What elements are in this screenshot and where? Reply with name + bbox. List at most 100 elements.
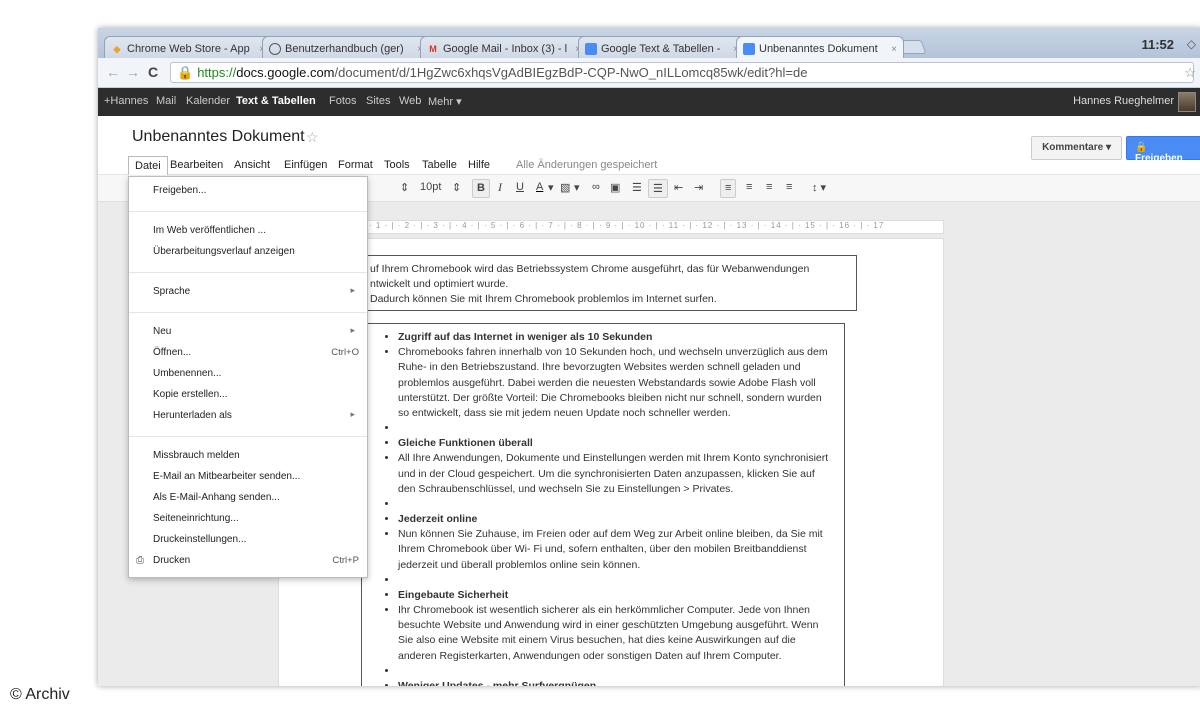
document-page[interactable]: uf Ihrem Chromebook wird das Betriebssys… bbox=[278, 238, 944, 686]
menu-item[interactable]: Im Web veröffentlichen ... bbox=[129, 221, 367, 242]
menu-tabelle[interactable]: Tabelle bbox=[422, 159, 457, 171]
italic-button[interactable]: I bbox=[498, 180, 502, 195]
avatar[interactable] bbox=[1178, 92, 1196, 112]
image-icon[interactable]: ▣ bbox=[610, 181, 620, 194]
align-left-icon[interactable]: ≡ bbox=[720, 179, 737, 198]
highlight-icon[interactable]: ▧ bbox=[560, 181, 570, 194]
feature-list-box[interactable]: Zugriff auf das Internet in weniger als … bbox=[361, 323, 845, 686]
tab-benutzerhandbuch[interactable]: Benutzerhandbuch (ger) × bbox=[262, 36, 430, 58]
star-icon[interactable]: ☆ bbox=[306, 129, 319, 146]
menu-einfuegen[interactable]: Einfügen bbox=[284, 159, 327, 171]
close-icon[interactable]: × bbox=[891, 44, 897, 55]
gbar-link-mehr[interactable]: Mehr ▾ bbox=[428, 95, 462, 108]
list-item bbox=[398, 497, 834, 512]
menu-item[interactable]: Als E-Mail-Anhang senden... bbox=[129, 488, 367, 509]
menu-item-label: Sprache bbox=[153, 286, 191, 297]
submenu-arrow-icon: ▸ bbox=[350, 325, 355, 335]
submenu-arrow-icon: ▸ bbox=[350, 285, 355, 295]
gbar-link-sites[interactable]: Sites bbox=[366, 95, 390, 107]
url-path: /document/d/1HgZwc6xhqsVgAdBIEgzBdP-CQP-… bbox=[334, 65, 808, 80]
datei-menu-dropdown: Freigeben... Im Web veröffentlichen ... Üb… bbox=[128, 176, 368, 578]
gbar-link-text-tabellen[interactable]: Text & Tabellen bbox=[236, 95, 316, 107]
bold-button[interactable]: B bbox=[472, 179, 490, 198]
font-size-arrow-icon[interactable]: ⇕ bbox=[452, 181, 461, 194]
url-host: docs.google.com bbox=[236, 65, 335, 80]
tab-google-docs-list[interactable]: Google Text & Tabellen - × bbox=[578, 36, 746, 58]
tab-gmail[interactable]: M Google Mail - Inbox (3) - l × bbox=[420, 36, 588, 58]
wifi-icon[interactable]: ◇ bbox=[1187, 37, 1196, 51]
docs-icon bbox=[743, 43, 755, 55]
menu-item[interactable]: Kopie erstellen... bbox=[129, 385, 367, 406]
menu-item[interactable]: Freigeben... bbox=[129, 181, 367, 202]
font-dropdown-arrow-icon[interactable]: ⇕ bbox=[400, 181, 409, 194]
highlight-arrow-icon[interactable]: ▾ bbox=[574, 181, 580, 194]
menu-tools[interactable]: Tools bbox=[384, 159, 410, 171]
list-item: All Ihre Anwendungen, Dokumente und Eins… bbox=[398, 451, 834, 497]
list-item: Nun können Sie Zuhause, im Freien oder a… bbox=[398, 527, 834, 573]
menu-item-label: Im Web veröffentlichen ... bbox=[153, 225, 267, 236]
share-button[interactable]: 🔒 Freigeben bbox=[1126, 136, 1200, 164]
tab-label: Benutzerhandbuch (ger) bbox=[285, 43, 404, 55]
bullet-list-icon[interactable]: ☰ bbox=[648, 179, 668, 198]
menu-item[interactable]: Druckeinstellungen... bbox=[129, 530, 367, 551]
printer-icon: ⎙ bbox=[136, 555, 144, 566]
menu-item[interactable]: Herunterladen als ▸ bbox=[129, 406, 367, 427]
menu-ansicht[interactable]: Ansicht bbox=[234, 159, 270, 171]
menu-item-label: Öffnen... bbox=[153, 347, 192, 358]
font-size-select[interactable]: 10pt bbox=[420, 181, 441, 193]
menu-item[interactable]: Seiteneinrichtung... bbox=[129, 509, 367, 530]
menu-hilfe[interactable]: Hilfe bbox=[468, 159, 490, 171]
comments-button[interactable]: Kommentare ▾ bbox=[1031, 136, 1122, 160]
tab-label: Chrome Web Store - App bbox=[127, 43, 250, 55]
back-icon[interactable]: ← bbox=[106, 64, 120, 80]
menu-separator bbox=[129, 211, 367, 212]
menu-format[interactable]: Format bbox=[338, 159, 373, 171]
gbar-link-mail[interactable]: Mail bbox=[156, 95, 176, 107]
gbar-link-fotos[interactable]: Fotos bbox=[329, 95, 357, 107]
user-name[interactable]: Hannes Rueghelmer bbox=[1073, 95, 1174, 107]
underline-button[interactable]: U bbox=[516, 181, 524, 193]
list-item bbox=[398, 421, 834, 436]
share-button-label: Freigeben bbox=[1135, 153, 1183, 164]
ruler[interactable]: · 1 · | · 2 · | · 3 · | · 4 · | · 5 · | … bbox=[278, 220, 944, 234]
menu-item[interactable]: Öffnen... Ctrl+O bbox=[129, 343, 367, 364]
menu-bearbeiten[interactable]: Bearbeiten bbox=[170, 159, 223, 171]
url-scheme: https:// bbox=[197, 65, 237, 80]
increase-indent-icon[interactable]: ⇥ bbox=[694, 181, 703, 194]
menu-item-label: Missbrauch melden bbox=[153, 450, 240, 461]
gbar-link-kalender[interactable]: Kalender bbox=[186, 95, 230, 107]
forward-icon[interactable]: → bbox=[126, 64, 140, 80]
browser-window: ◆ Chrome Web Store - App × Benutzerhandb… bbox=[98, 28, 1200, 686]
menu-item[interactable]: Umbenennen... bbox=[129, 364, 367, 385]
address-bar[interactable]: 🔒 https://docs.google.com/document/d/1HgZ… bbox=[170, 62, 1194, 83]
menu-item[interactable]: E-Mail an Mitbearbeiter senden... bbox=[129, 467, 367, 488]
menu-shortcut: Ctrl+O bbox=[331, 347, 359, 358]
bookmark-star-icon[interactable]: ☆ bbox=[1184, 65, 1196, 81]
menu-item[interactable]: Missbrauch melden bbox=[129, 446, 367, 467]
link-icon[interactable]: ∞ bbox=[592, 181, 600, 193]
tab-label: Google Mail - Inbox (3) - l bbox=[443, 43, 568, 55]
list-heading: Zugriff auf das Internet in weniger als … bbox=[398, 330, 834, 345]
menu-item-label: Seiteneinrichtung... bbox=[153, 513, 239, 524]
align-center-icon[interactable]: ≡ bbox=[746, 181, 752, 193]
gbar-link-web[interactable]: Web bbox=[399, 95, 421, 107]
menu-datei[interactable]: Datei bbox=[128, 156, 168, 175]
tab-unbenanntes-dokument[interactable]: Unbenanntes Dokument × bbox=[736, 36, 904, 58]
tab-chrome-web-store[interactable]: ◆ Chrome Web Store - App × bbox=[104, 36, 272, 58]
text-color-arrow-icon[interactable]: ▾ bbox=[548, 181, 554, 194]
menu-item[interactable]: ⎙ Drucken Ctrl+P bbox=[129, 551, 367, 572]
decrease-indent-icon[interactable]: ⇤ bbox=[674, 181, 683, 194]
line-spacing-icon[interactable]: ↕ ▾ bbox=[812, 181, 826, 194]
doc-title[interactable]: Unbenanntes Dokument bbox=[132, 128, 305, 146]
align-justify-icon[interactable]: ≡ bbox=[786, 181, 792, 193]
numbered-list-icon[interactable]: ☰ bbox=[632, 181, 642, 194]
text-color-button[interactable]: A bbox=[536, 181, 543, 193]
menu-item-label: Umbenennen... bbox=[153, 368, 222, 379]
gbar-link-plus[interactable]: +Hannes bbox=[104, 95, 148, 107]
menu-item[interactable]: Sprache ▸ bbox=[129, 282, 367, 303]
reload-icon[interactable]: C bbox=[148, 64, 158, 80]
align-right-icon[interactable]: ≡ bbox=[766, 181, 772, 193]
menu-item[interactable]: Neu ▸ bbox=[129, 322, 367, 343]
menu-item[interactable]: Überarbeitungsverlauf anzeigen bbox=[129, 242, 367, 263]
intro-textbox[interactable]: uf Ihrem Chromebook wird das Betriebssys… bbox=[361, 255, 857, 311]
